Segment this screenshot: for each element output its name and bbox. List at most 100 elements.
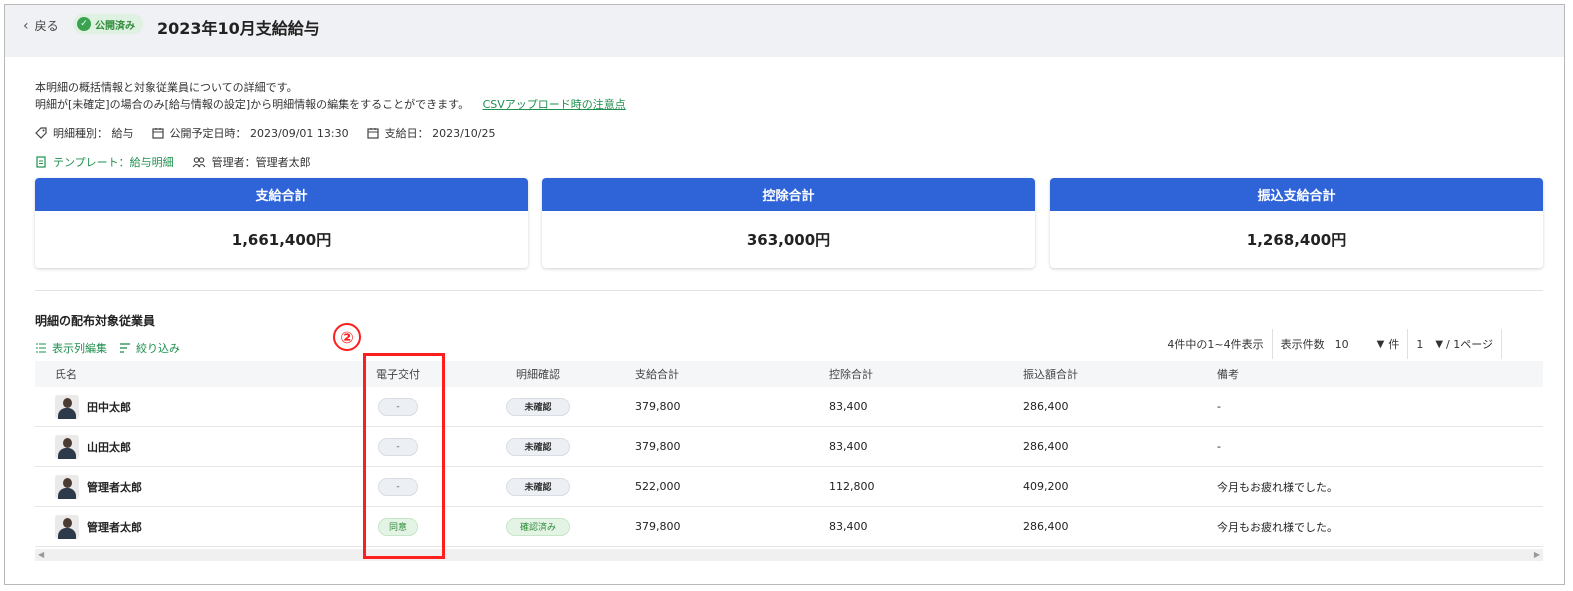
pay-total-cell: 379,800 [635, 520, 681, 533]
confirm-badge: 確認済み [506, 517, 570, 536]
scroll-left-icon[interactable]: ◀ [38, 550, 44, 559]
deduction-total-cell: 83,400 [829, 440, 868, 453]
manager-label: 管理者：管理者太郎 [211, 156, 311, 169]
description-text: 明細が[未確定]の場合のみ[給与情報の設定]から明細情報の編集をすることができま… [35, 98, 470, 111]
summary-card-transfer-total: 振込支給合計 1,268,400円 [1050, 178, 1543, 268]
confirm-badge: 未確認 [506, 397, 570, 416]
pay-total-cell: 379,800 [635, 400, 681, 413]
table-row[interactable]: 田中太郎 - 未確認 379,800 83,400 286,400 - [35, 387, 1543, 427]
employee-name: 管理者太郎 [87, 480, 142, 494]
page-total: / 1ページ [1446, 338, 1493, 351]
table-tools: 表示列編集 絞り込み [35, 340, 180, 356]
avatar [55, 474, 79, 499]
table-row[interactable]: 管理者太郎 同意 確認済み 379,800 83,400 286,400 今月も… [35, 507, 1543, 547]
transfer-total-cell: 286,400 [1023, 520, 1069, 533]
employee-cell: 管理者太郎 [35, 474, 347, 499]
deduction-total-cell: 83,400 [829, 520, 868, 533]
pay-total-cell: 379,800 [635, 440, 681, 453]
summary-card-deduction-total: 控除合計 363,000円 [542, 178, 1035, 268]
employee-cell: 田中太郎 [35, 394, 347, 419]
e-delivery-badge: - [378, 477, 418, 496]
column-header-deduction-total[interactable]: 控除合計 [821, 366, 1015, 382]
users-icon [192, 157, 206, 168]
per-page-unit: 件 [1388, 338, 1400, 351]
avatar [55, 514, 79, 539]
divider [1501, 329, 1502, 359]
column-header-e-delivery[interactable]: 電子交付 [347, 366, 449, 382]
template-label: テンプレート：給与明細 [53, 156, 174, 169]
e-delivery-cell: - [347, 437, 449, 456]
per-page-select[interactable]: 10 ▼ 件 [1335, 336, 1400, 352]
e-delivery-cell: 同意 [347, 517, 449, 536]
avatar [55, 394, 79, 419]
avatar [55, 434, 79, 459]
employee-table: 氏名 電子交付 明細確認 支給合計 控除合計 振込額合計 備考 田中太郎 - 未… [35, 361, 1543, 547]
summary-card-label: 支給合計 [35, 178, 528, 211]
meta-publish-text: 公開予定日時： 2023/09/01 13:30 [169, 127, 349, 140]
confirm-cell: 未確認 [449, 437, 627, 456]
page-title: 2023年10月支給給与 [157, 19, 320, 38]
employee-cell: 山田太郎 [35, 434, 347, 459]
scroll-right-icon[interactable]: ▶ [1534, 550, 1540, 559]
status-badge: ✓ 公開済み [73, 14, 143, 34]
summary-card-pay-total: 支給合計 1,661,400円 [35, 178, 528, 268]
transfer-total-cell: 286,400 [1023, 400, 1069, 413]
page-select[interactable]: 1 ▼ / 1ページ [1416, 336, 1493, 352]
meta-publish: 公開予定日時： 2023/09/01 13:30 [151, 125, 349, 141]
confirm-cell: 未確認 [449, 397, 627, 416]
pagination: 4件中の1~4件表示 表示件数 10 ▼ 件 1 ▼ / 1ページ [1167, 329, 1510, 359]
section-title: 明細の配布対象従業員 [35, 314, 156, 328]
divider [1271, 329, 1273, 359]
meta-type: 明細種別： 給与 [35, 125, 134, 141]
app-frame: ‹ 戻る ✓ 公開済み 2023年10月支給給与 本明細の概括情報と対象従業員に… [4, 4, 1565, 585]
summary-card-label: 振込支給合計 [1050, 178, 1543, 211]
horizontal-scrollbar[interactable]: ◀ ▶ [35, 549, 1543, 561]
pay-total-cell: 522,000 [635, 480, 681, 493]
page-value: 1 [1416, 337, 1424, 351]
transfer-total-cell: 409,200 [1023, 480, 1069, 493]
range-text: 4件中の1~4件表示 [1167, 338, 1264, 351]
description-line-1: 本明細の概括情報と対象従業員についての詳細です。 [35, 81, 298, 94]
transfer-total-cell: 286,400 [1023, 440, 1069, 453]
summary-card-value: 1,268,400円 [1246, 231, 1347, 249]
divider [1407, 329, 1409, 359]
meta-type-text: 明細種別： 給与 [53, 127, 134, 140]
per-page-value: 10 [1334, 337, 1349, 351]
e-delivery-badge: 同意 [377, 517, 418, 536]
summary-card-value: 363,000円 [746, 231, 831, 249]
deduction-total-cell: 83,400 [829, 400, 868, 413]
table-row[interactable]: 山田太郎 - 未確認 379,800 83,400 286,400 - [35, 427, 1543, 467]
calendar-icon [151, 128, 164, 139]
meta-paydate: 支給日： 2023/10/25 [366, 125, 496, 141]
meta-paydate-text: 支給日： 2023/10/25 [384, 127, 496, 140]
divider [35, 290, 1543, 291]
column-header-transfer-total[interactable]: 振込額合計 [1015, 366, 1209, 382]
note-cell: - [1217, 400, 1221, 413]
columns-icon [36, 343, 46, 353]
e-delivery-cell: - [347, 397, 449, 416]
back-button[interactable]: ‹ 戻る [23, 17, 59, 34]
confirm-cell: 確認済み [449, 517, 627, 536]
per-page-label: 表示件数 [1280, 338, 1325, 351]
edit-columns-button[interactable]: 表示列編集 [35, 340, 107, 356]
column-header-name[interactable]: 氏名 [35, 366, 347, 382]
summary-card-label: 控除合計 [542, 178, 1035, 211]
annotation-marker: ② [333, 323, 361, 351]
filter-button[interactable]: 絞り込み [119, 340, 180, 356]
filter-icon [120, 343, 130, 353]
note-cell: - [1217, 440, 1221, 453]
e-delivery-cell: - [347, 477, 449, 496]
employee-name: 山田太郎 [87, 440, 131, 454]
confirm-badge: 未確認 [506, 437, 570, 456]
column-header-confirm[interactable]: 明細確認 [449, 366, 627, 382]
edit-columns-label: 表示列編集 [52, 342, 107, 355]
chevron-left-icon: ‹ [23, 17, 29, 34]
meta-row: 明細種別： 給与 公開予定日時： 2023/09/01 13:30 支給日： 2… [35, 125, 496, 141]
column-header-note[interactable]: 備考 [1209, 366, 1543, 382]
table-row[interactable]: 管理者太郎 - 未確認 522,000 112,800 409,200 今月もお… [35, 467, 1543, 507]
confirm-cell: 未確認 [449, 477, 627, 496]
column-header-pay-total[interactable]: 支給合計 [627, 366, 821, 382]
csv-notice-link[interactable]: CSVアップロード時の注意点 [483, 98, 626, 111]
template-link[interactable]: テンプレート：給与明細 [35, 154, 174, 170]
employee-name: 管理者太郎 [87, 520, 142, 534]
